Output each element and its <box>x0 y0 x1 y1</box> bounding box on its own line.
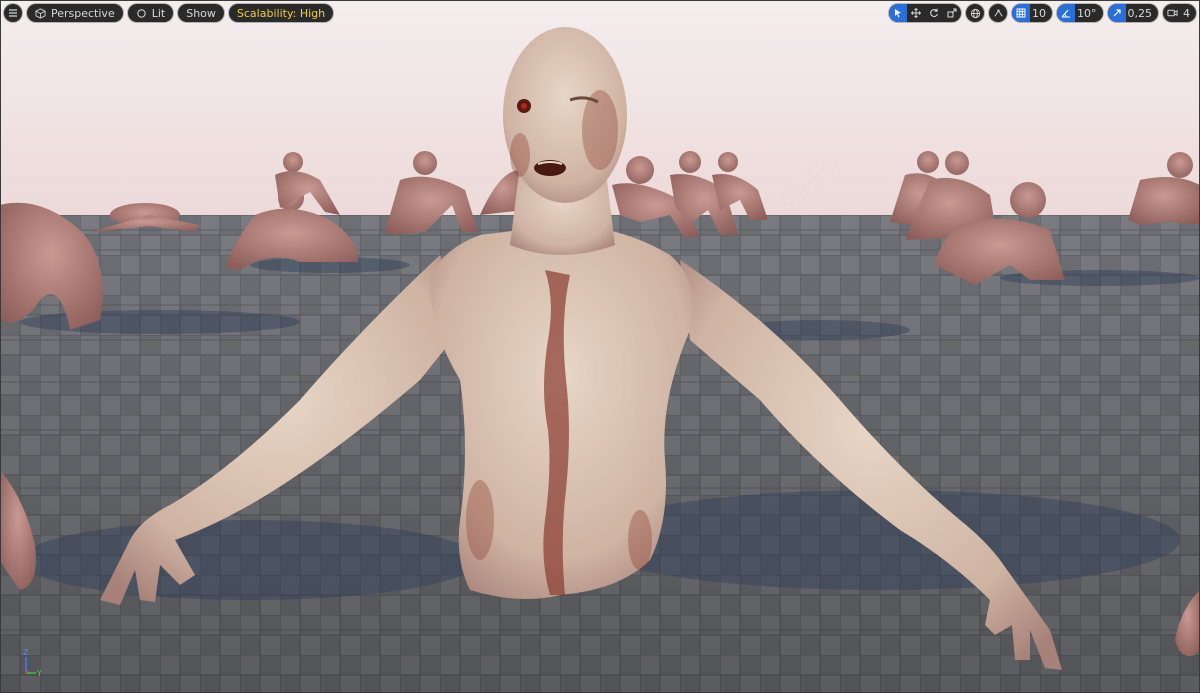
angle-icon <box>1061 9 1070 18</box>
move-tool-button[interactable] <box>907 4 925 22</box>
grid-snap-control[interactable]: 10 <box>1012 4 1052 22</box>
select-tool-button[interactable] <box>889 4 907 22</box>
surface-snap-icon <box>993 9 1003 17</box>
viewport-menu-button[interactable] <box>4 4 22 22</box>
view-mode-label: Perspective <box>51 6 115 20</box>
rotate-tool-button[interactable] <box>925 4 943 22</box>
move-arrows-icon <box>911 8 921 18</box>
toolbar-left: Perspective Lit Show Scalability: High <box>4 4 334 22</box>
world-local-toggle[interactable] <box>966 4 984 22</box>
camera-speed-value[interactable]: 4 <box>1181 7 1196 20</box>
cube-icon <box>35 7 46 19</box>
axis-gizmo: Z Y <box>23 648 42 678</box>
z-axis-label: Z <box>23 648 29 657</box>
rotation-snap-control[interactable]: 10° <box>1057 4 1103 22</box>
surface-snapping-button[interactable] <box>989 4 1007 22</box>
cursor-icon <box>895 9 901 18</box>
rotation-snap-value[interactable]: 10° <box>1075 7 1103 20</box>
scale-tool-button[interactable] <box>943 4 961 22</box>
hamburger-menu-icon <box>9 9 17 17</box>
scalability-button[interactable]: Scalability: High <box>228 4 334 22</box>
transform-tools <box>889 4 961 22</box>
grid-icon <box>1016 8 1026 18</box>
scalability-label: Scalability: High <box>236 6 326 20</box>
grid-snap-value[interactable]: 10 <box>1030 7 1052 20</box>
scale-snap-toggle[interactable] <box>1107 4 1126 22</box>
camera-icon <box>1166 9 1178 17</box>
grid-snap-toggle[interactable] <box>1012 4 1030 22</box>
lighting-mode-label: Lit <box>151 6 166 20</box>
sun-icon <box>136 8 147 19</box>
camera-speed-control[interactable]: 4 <box>1163 4 1196 22</box>
scale-arrow-icon <box>1113 9 1121 17</box>
rotate-icon <box>930 8 939 18</box>
y-axis-label: Y <box>36 669 42 678</box>
scale-icon <box>947 8 957 18</box>
lighting-mode-button[interactable]: Lit <box>127 4 174 22</box>
globe-icon <box>970 8 980 18</box>
toolbar-right: 10 10° 0,25 4 <box>889 4 1196 22</box>
viewport-toolbar: Perspective Lit Show Scalability: High 1… <box>4 3 1196 23</box>
camera-speed-button[interactable] <box>1163 4 1181 22</box>
show-label: Show <box>186 6 216 20</box>
scale-snap-control[interactable]: 0,25 <box>1107 4 1159 22</box>
view-mode-button[interactable]: Perspective <box>27 4 123 22</box>
scale-snap-value[interactable]: 0,25 <box>1126 7 1159 20</box>
rotation-snap-toggle[interactable] <box>1057 4 1075 22</box>
level-viewport[interactable]: Perspective Lit Show Scalability: High 1… <box>0 0 1200 693</box>
scene-render <box>0 0 1200 693</box>
show-button[interactable]: Show <box>178 4 224 22</box>
